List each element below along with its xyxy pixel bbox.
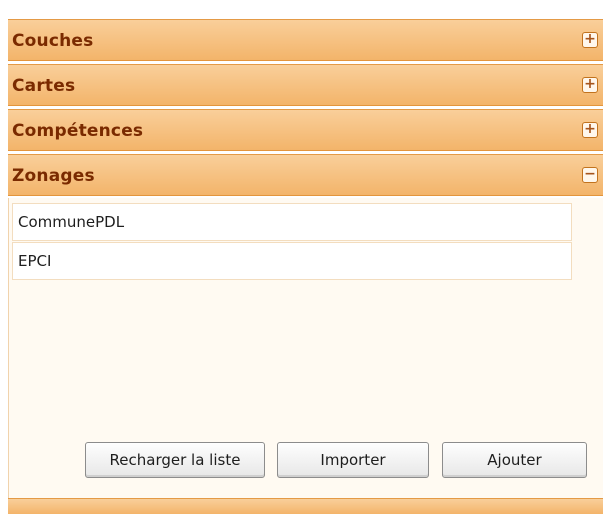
section-header-couches[interactable]: Couches + [8, 19, 603, 61]
expand-icon[interactable]: + [582, 122, 598, 138]
add-button[interactable]: Ajouter [442, 442, 587, 478]
import-button[interactable]: Importer [277, 442, 429, 478]
next-section-header-partial[interactable] [8, 498, 603, 514]
section-header-competences[interactable]: Compétences + [8, 109, 603, 151]
zonages-body: CommunePDL EPCI Recharger la liste Impor… [8, 198, 603, 498]
section-header-zonages[interactable]: Zonages − [8, 154, 603, 196]
section-title: Couches [12, 31, 94, 51]
section-title: Zonages [12, 166, 95, 186]
collapse-icon[interactable]: − [582, 167, 598, 183]
expand-icon[interactable]: + [582, 77, 598, 93]
section-title: Cartes [12, 76, 76, 96]
list-item-epci[interactable]: EPCI [12, 242, 572, 280]
accordion-panel: Couches + Cartes + Compétences + Zonages… [0, 0, 603, 514]
list-item-communepdl[interactable]: CommunePDL [12, 203, 572, 241]
section-title: Compétences [12, 121, 144, 141]
reload-list-button[interactable]: Recharger la liste [85, 442, 265, 478]
expand-icon[interactable]: + [582, 32, 598, 48]
section-header-cartes[interactable]: Cartes + [8, 64, 603, 106]
